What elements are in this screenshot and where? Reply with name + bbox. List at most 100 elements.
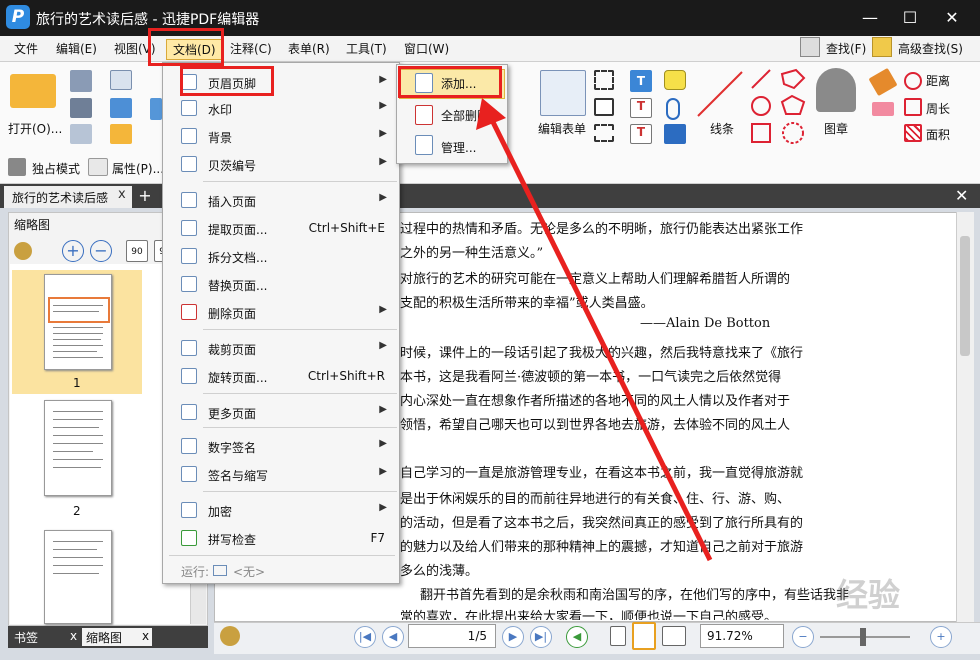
save-icon[interactable] (70, 70, 92, 92)
menu-item-encrypt[interactable]: 加密 ▶ (163, 497, 399, 523)
distance-label[interactable]: 距离 (926, 72, 950, 89)
menu-edit[interactable]: 编辑(E) (52, 40, 101, 57)
background-icon (181, 128, 197, 144)
page-number-value: 1 (467, 629, 476, 643)
zoom-out-icon[interactable]: − (90, 240, 112, 262)
zoom-slider[interactable] (820, 628, 910, 646)
thumbnail-page-2[interactable] (44, 400, 112, 496)
stamp-icon[interactable] (816, 68, 856, 112)
text-field-icon[interactable] (594, 70, 614, 90)
new-tab-button[interactable]: + (136, 186, 154, 206)
shape-tools-icon[interactable] (748, 66, 812, 150)
rotate-left-icon[interactable]: 90 (126, 240, 148, 262)
find-button[interactable]: 查找(F) (822, 40, 870, 57)
menu-item-delete-page[interactable]: 删除页面 ▶ (163, 299, 399, 325)
exclusive-mode-icon[interactable] (8, 158, 26, 176)
menu-item-extract-page[interactable]: 提取页面... Ctrl+Shift+E (163, 215, 399, 241)
thumbnails-tab-close-icon[interactable]: x (138, 628, 153, 646)
two-page-icon[interactable] (662, 626, 686, 646)
menu-item-replace-page[interactable]: 替换页面... (163, 271, 399, 297)
nav-icon[interactable] (150, 98, 162, 120)
replace-page-icon (181, 276, 197, 292)
delete-all-icon (415, 105, 433, 125)
menu-item-background[interactable]: 背景 ▶ (163, 123, 399, 149)
open-folder-icon[interactable] (10, 74, 56, 108)
document-tab-label: 旅行的艺术读后感 (12, 191, 109, 205)
menu-item-sign-initials[interactable]: 签名与缩写 ▶ (163, 461, 399, 487)
zoom-input[interactable]: 91.72% (700, 624, 784, 648)
submenu-arrow-icon: ▶ (379, 156, 387, 167)
maximize-button[interactable]: ☐ (898, 6, 922, 30)
area-icon[interactable] (904, 124, 922, 142)
scan-icon[interactable] (110, 98, 132, 118)
exclusive-mode-label[interactable]: 独占模式 (32, 160, 80, 177)
close-button[interactable]: ✕ (940, 6, 964, 30)
stamp-label[interactable]: 图章 (824, 120, 848, 137)
menu-file[interactable]: 文件 (10, 40, 42, 57)
menu-item-header-footer[interactable]: 页眉页脚 ▶ (163, 69, 399, 95)
new-icon[interactable] (110, 124, 132, 144)
menu-document[interactable]: 文档(D) (166, 39, 223, 60)
perimeter-label[interactable]: 周长 (926, 100, 950, 117)
menu-item-bates[interactable]: 贝茨编号 ▶ (163, 151, 399, 177)
menu-tools[interactable]: 工具(T) (342, 40, 391, 57)
menu-item-digital-signature[interactable]: 数字签名 ▶ (163, 433, 399, 459)
menu-item-watermark[interactable]: 水印 ▶ (163, 95, 399, 121)
typewriter-icon[interactable]: T (630, 70, 652, 92)
email-icon[interactable] (110, 70, 132, 90)
page-icon[interactable] (70, 124, 92, 144)
menu-form[interactable]: 表单(R) (284, 40, 334, 57)
thumbnail-page-3[interactable] (44, 530, 112, 624)
document-scrollbar[interactable] (956, 212, 974, 622)
scroll-thumb[interactable] (960, 236, 970, 356)
zoom-value: 91.72% (707, 629, 753, 643)
doc-line: 翻开书首先看到的是余秋雨和南治国写的序，在他们写的序中，有些话我非 (420, 588, 850, 603)
menu-bar: 文件 编辑(E) 视图(V) 文档(D) 注释(C) 表单(R) 工具(T) 窗… (0, 36, 980, 62)
last-page-icon[interactable]: ▶| (530, 626, 552, 648)
menu-item-crop-page[interactable]: 裁剪页面 ▶ (163, 335, 399, 361)
zoom-slider-handle[interactable] (860, 628, 866, 646)
first-page-icon[interactable]: |◀ (354, 626, 376, 648)
bookmarks-tab-close-icon[interactable]: x (66, 628, 81, 646)
zoom-in-icon[interactable]: + (62, 240, 84, 262)
document-close-icon[interactable]: ✕ (955, 186, 968, 205)
single-page-icon[interactable] (610, 626, 626, 646)
menu-item-spell-check[interactable]: 拼写检查 F7 (163, 525, 399, 551)
properties-icon[interactable] (88, 158, 108, 176)
back-icon[interactable]: ◀ (566, 626, 588, 648)
menu-item-rotate-page[interactable]: 旋转页面... Ctrl+Shift+R (163, 363, 399, 389)
menu-window[interactable]: 窗口(W) (400, 40, 453, 57)
properties-label[interactable]: 属性(P)... (112, 160, 164, 177)
advanced-find-button[interactable]: 高级查找(S) (894, 40, 967, 57)
menu-item-insert-page[interactable]: 插入页面 ▶ (163, 187, 399, 213)
distance-icon[interactable] (904, 72, 922, 90)
eraser-icon[interactable] (872, 102, 894, 116)
minimize-button[interactable]: — (858, 6, 882, 30)
menu-view[interactable]: 视图(V) (110, 40, 160, 57)
thumbnail-page-1[interactable] (44, 274, 112, 370)
bookmarks-tab[interactable]: 书签 (10, 628, 42, 646)
status-settings-icon[interactable] (220, 626, 240, 646)
digital-signature-icon (181, 438, 197, 454)
perimeter-icon[interactable] (904, 98, 922, 116)
menu-separator (203, 329, 397, 330)
menu-comment[interactable]: 注释(C) (226, 40, 276, 57)
area-label[interactable]: 面积 (926, 126, 950, 143)
open-button-label[interactable]: 打开(O)... (8, 120, 62, 137)
document-tab[interactable]: 旅行的艺术读后感 (4, 186, 132, 208)
page-number-input[interactable]: 1/5 (408, 624, 496, 648)
menu-item-more-pages[interactable]: 更多页面 ▶ (163, 399, 399, 425)
tab-close-icon[interactable]: x (118, 187, 126, 202)
zoom-out-status-icon[interactable]: − (792, 626, 814, 648)
note-icon[interactable] (664, 70, 686, 90)
previous-page-icon[interactable]: ◀ (382, 626, 404, 648)
pencil-icon[interactable] (868, 67, 898, 97)
menu-item-split-document[interactable]: 拆分文档... (163, 243, 399, 269)
next-page-icon[interactable]: ▶ (502, 626, 524, 648)
continuous-page-icon[interactable] (632, 622, 656, 650)
zoom-in-status-icon[interactable]: + (930, 626, 952, 648)
print-icon[interactable] (70, 98, 92, 118)
settings-gear-icon[interactable] (14, 242, 32, 260)
submenu-arrow-icon: ▶ (379, 502, 387, 513)
submenu-arrow-icon: ▶ (379, 100, 387, 111)
